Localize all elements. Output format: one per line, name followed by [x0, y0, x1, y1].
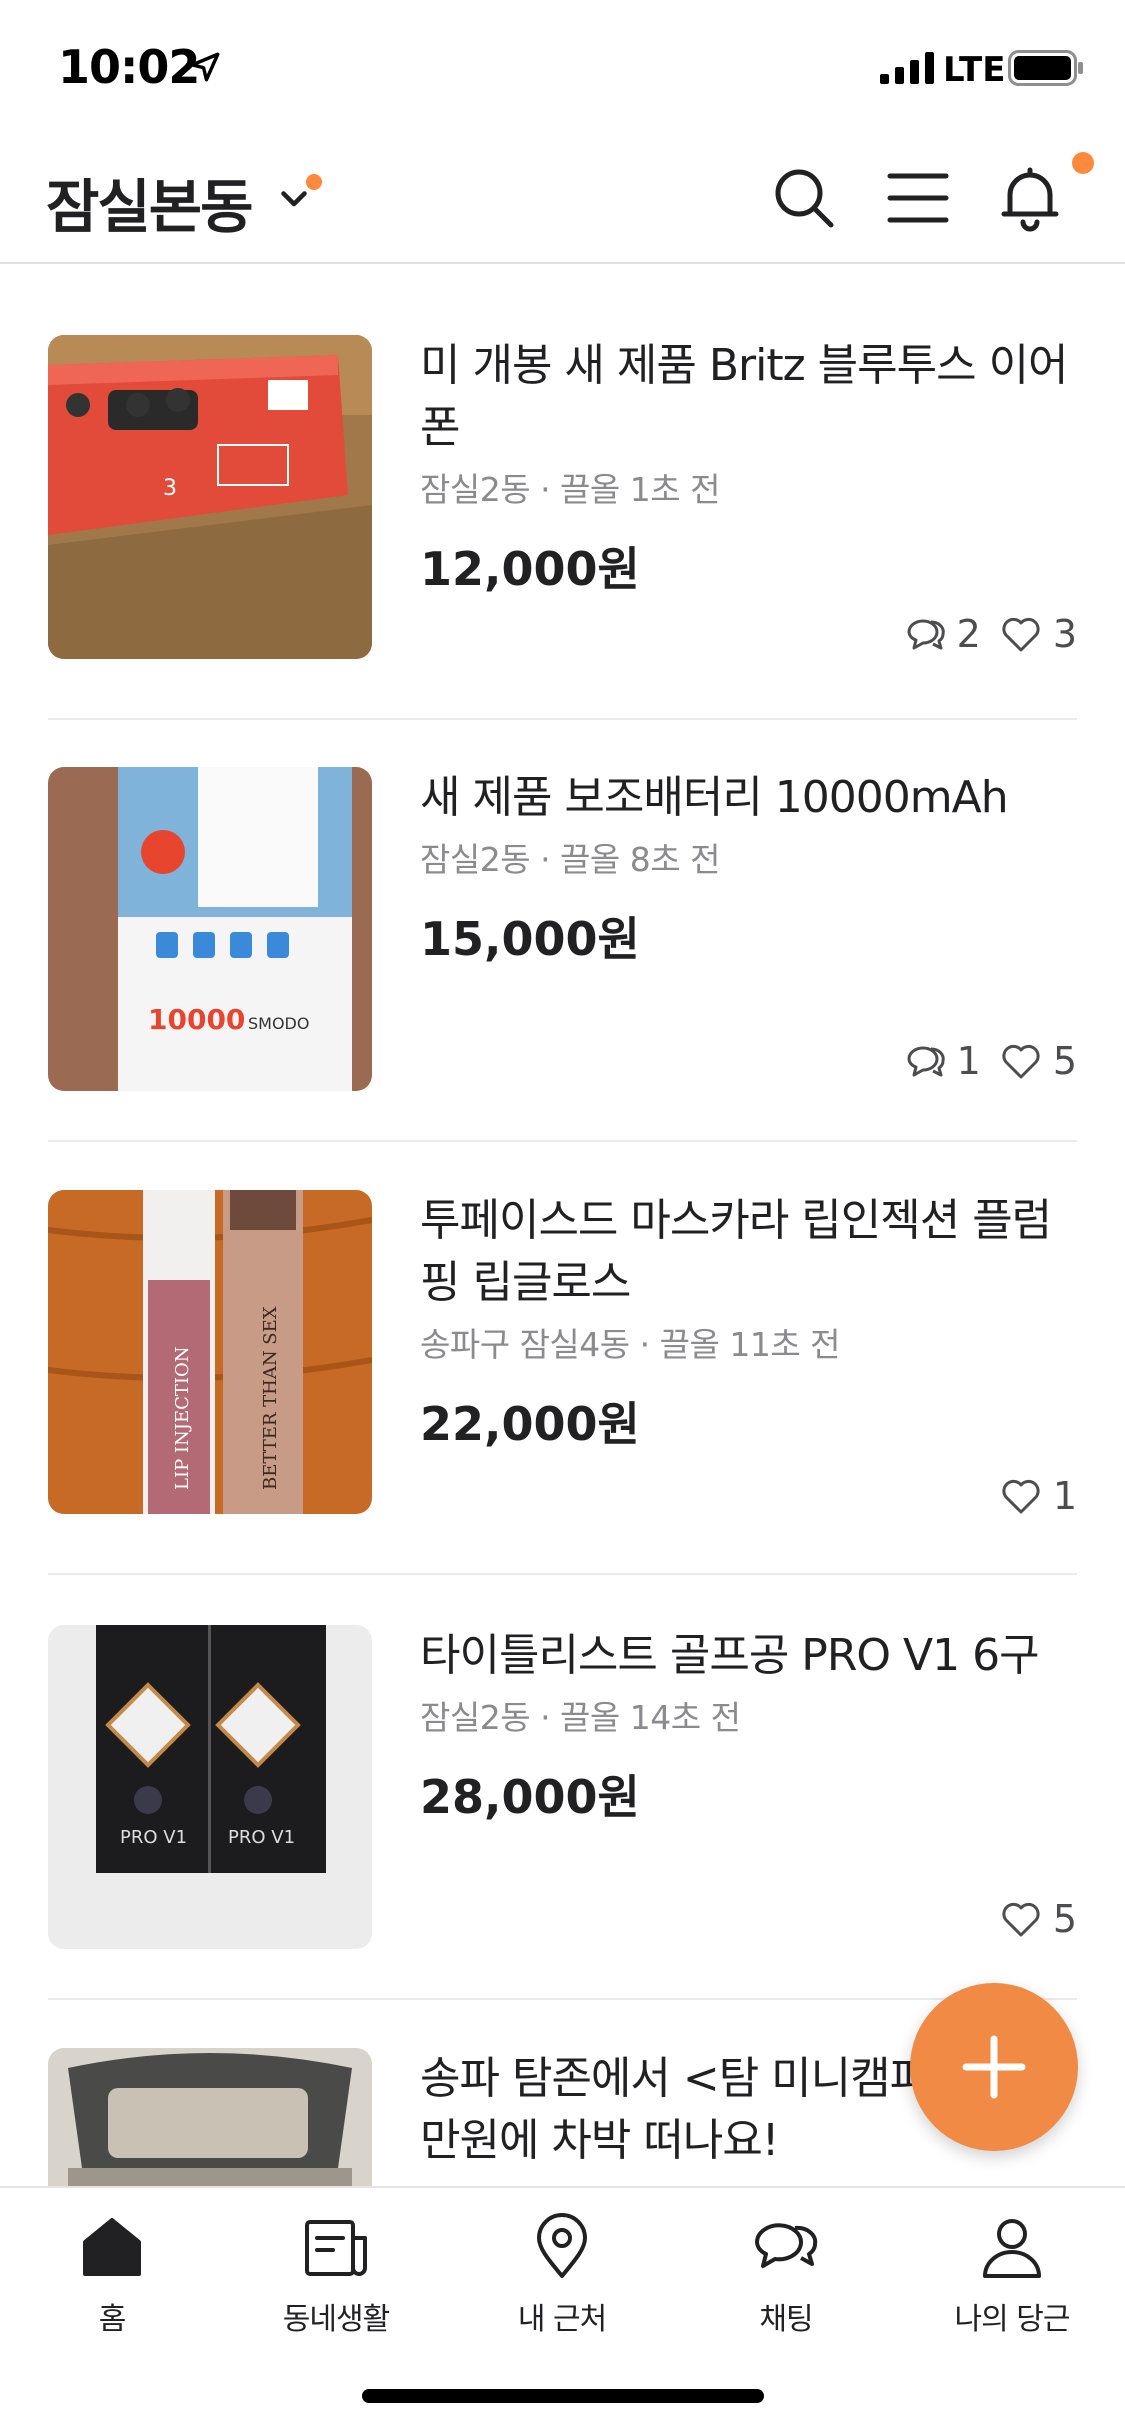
list-item[interactable]: 3 미 개봉 새 제품 Britz 블루투스 이어폰 잠실2동 · 끌올 1초 … [48, 335, 1077, 720]
item-price: 12,000원 [420, 542, 640, 596]
nav-my-profile[interactable]: 나의 당근 [912, 2212, 1112, 2342]
location-pin-icon [537, 2213, 587, 2278]
item-price: 22,000원 [420, 1397, 640, 1451]
item-counts: 1 5 [885, 1037, 1077, 1085]
product-image: 10000 SMODO [48, 767, 372, 1091]
plus-icon [962, 2035, 1026, 2099]
item-meta: 잠실2동 · 끌올 1초 전 [420, 470, 720, 509]
nav-chat[interactable]: 채팅 [686, 2212, 886, 2342]
product-image: PRO V1 PRO V1 [48, 1625, 372, 1949]
comment-icon [907, 1046, 945, 1077]
comment-count: 1 [956, 1039, 981, 1083]
network-type: LTE [943, 50, 1006, 90]
notification-dot [1072, 152, 1094, 174]
comment-count: 2 [956, 612, 981, 656]
product-image: LIP INJECTION BETTER THAN SEX [48, 1190, 372, 1514]
like-count: 1 [1052, 1474, 1077, 1518]
nav-label: 채팅 [759, 2302, 813, 2337]
chat-icon [755, 2223, 818, 2268]
item-title: 타이틀리스트 골프공 PRO V1 6구 [420, 1630, 1040, 1681]
item-meta: 송파구 잠실4동 · 끌올 11초 전 [420, 1325, 841, 1364]
comment-icon [907, 619, 945, 650]
status-time: 10:02 [58, 40, 200, 94]
heart-icon [1002, 1902, 1040, 1937]
nav-label: 나의 당근 [954, 2302, 1071, 2337]
like-count: 3 [1052, 612, 1077, 656]
svg-text:3: 3 [163, 476, 177, 501]
product-image: 3 [48, 335, 372, 659]
list-item[interactable]: LIP INJECTION BETTER THAN SEX 투페이스드 마스카라… [48, 1190, 1077, 1575]
nav-label: 내 근처 [517, 2302, 607, 2337]
item-counts: 1 [981, 1472, 1077, 1520]
community-icon [305, 2220, 367, 2276]
item-counts: 2 3 [885, 610, 1077, 658]
svg-text:PRO V1: PRO V1 [120, 1827, 187, 1848]
heart-icon [1002, 1044, 1040, 1079]
home-icon [83, 2218, 141, 2276]
app-header: 잠실본동 [0, 132, 1125, 264]
write-post-button[interactable] [910, 1983, 1078, 2151]
battery-icon [1008, 50, 1083, 86]
status-bar: 10:02 LTE [0, 0, 1125, 132]
item-title: 투페이스드 마스카라 립인젝션 플럼핑 립글로스 [420, 1195, 1052, 1308]
item-meta: 잠실2동 · 끌올 14초 전 [420, 1698, 741, 1737]
heart-icon [1002, 1479, 1040, 1514]
nav-community[interactable]: 동네생활 [236, 2212, 436, 2342]
svg-text:SMODO: SMODO [248, 1014, 309, 1033]
profile-icon [983, 2219, 1041, 2278]
item-meta: 잠실2동 · 끌올 8초 전 [420, 840, 720, 879]
search-icon[interactable] [768, 162, 840, 234]
item-title: 미 개봉 새 제품 Britz 블루투스 이어폰 [420, 340, 1069, 453]
list-item[interactable]: 10000 SMODO 새 제품 보조배터리 10000mAh 잠실2동 · 끌… [48, 767, 1077, 1142]
location-selector[interactable]: 잠실본동 [46, 160, 253, 244]
nav-home[interactable]: 홈 [12, 2212, 212, 2342]
like-count: 5 [1052, 1039, 1077, 1083]
location-new-dot [306, 174, 322, 190]
nav-nearby[interactable]: 내 근처 [462, 2212, 662, 2342]
category-menu-icon[interactable] [882, 162, 954, 234]
item-counts: 5 [981, 1895, 1077, 1943]
like-count: 5 [1052, 1897, 1077, 1941]
bell-icon[interactable] [994, 162, 1066, 234]
home-indicator [362, 2389, 764, 2403]
signal-icon [880, 52, 934, 84]
product-image [48, 2048, 372, 2188]
nav-label: 홈 [98, 2302, 127, 2337]
location-arrow-icon [190, 52, 220, 82]
svg-text:BETTER THAN SEX: BETTER THAN SEX [260, 1306, 281, 1490]
nav-label: 동네생활 [282, 2302, 390, 2337]
list-item[interactable]: PRO V1 PRO V1 타이틀리스트 골프공 PRO V1 6구 잠실2동 … [48, 1625, 1077, 2000]
svg-text:10000: 10000 [148, 1003, 245, 1036]
svg-text:LIP INJECTION: LIP INJECTION [172, 1346, 193, 1490]
svg-text:PRO V1: PRO V1 [228, 1827, 295, 1848]
heart-icon [1002, 617, 1040, 652]
item-price: 28,000원 [420, 1770, 640, 1824]
item-title: 새 제품 보조배터리 10000mAh [420, 772, 1009, 823]
item-price: 15,000원 [420, 912, 640, 966]
